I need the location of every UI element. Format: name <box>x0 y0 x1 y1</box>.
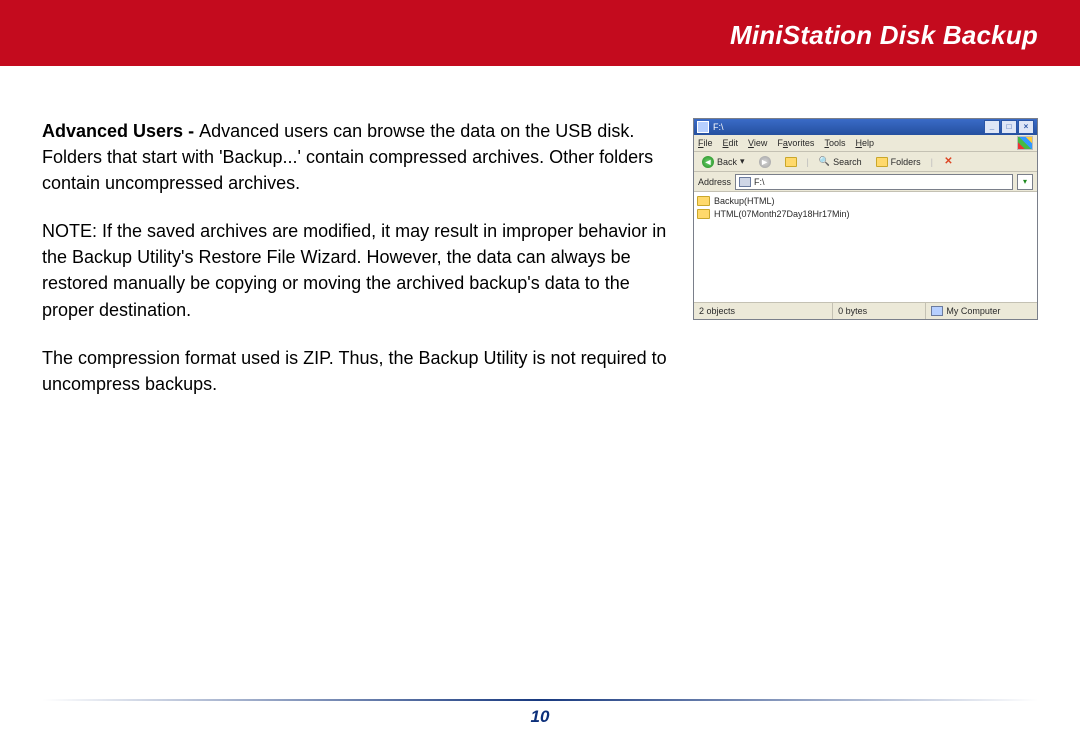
back-dropdown-icon: ▾ <box>740 156 745 167</box>
close-button[interactable]: × <box>1018 120 1034 134</box>
menu-edit[interactable]: Edit <box>723 138 739 148</box>
file-name: HTML(07Month27Day18Hr17Min) <box>714 209 850 219</box>
text-column: Advanced Users - Advanced users can brow… <box>42 118 667 419</box>
screenshot-figure: F:\ _ □ × File Edit View Favorites Tools… <box>693 118 1038 320</box>
status-bytes: 0 bytes <box>833 303 926 319</box>
menu-favorites[interactable]: Favorites <box>777 138 814 148</box>
address-input[interactable]: F:\ <box>735 174 1013 190</box>
minimize-button[interactable]: _ <box>984 120 1000 134</box>
list-item[interactable]: HTML(07Month27Day18Hr17Min) <box>697 207 1034 220</box>
file-list[interactable]: Backup(HTML) HTML(07Month27Day18Hr17Min) <box>694 192 1037 302</box>
menu-view[interactable]: View <box>748 138 767 148</box>
folders-label: Folders <box>891 157 921 167</box>
address-dropdown-button[interactable]: ▾ <box>1017 174 1033 190</box>
status-bar: 2 objects 0 bytes My Computer <box>694 302 1037 319</box>
window-title: F:\ <box>713 122 724 132</box>
window-titlebar: F:\ _ □ × <box>694 119 1037 135</box>
status-objects: 2 objects <box>694 303 833 319</box>
up-button[interactable] <box>781 155 801 169</box>
windows-flag-icon <box>1017 136 1033 150</box>
content-area: Advanced Users - Advanced users can brow… <box>0 68 1080 419</box>
search-label: Search <box>833 157 862 167</box>
file-name: Backup(HTML) <box>714 196 775 206</box>
address-value: F:\ <box>754 177 765 187</box>
computer-icon <box>931 306 943 316</box>
back-label: Back <box>717 157 737 167</box>
address-bar: Address F:\ ▾ <box>694 172 1037 192</box>
menu-bar: File Edit View Favorites Tools Help <box>694 135 1037 152</box>
paragraph-advanced: Advanced Users - Advanced users can brow… <box>42 118 667 196</box>
toolbar-separator-2: | <box>931 157 933 167</box>
folders-icon <box>876 157 888 167</box>
window-icon <box>697 121 709 133</box>
status-location-text: My Computer <box>946 306 1000 316</box>
folders-button[interactable]: Folders <box>872 155 925 169</box>
page-footer: 10 <box>42 699 1038 727</box>
footer-divider <box>42 699 1038 701</box>
paragraph-compression: The compression format used is ZIP. Thus… <box>42 345 667 397</box>
address-label: Address <box>698 177 731 187</box>
list-item[interactable]: Backup(HTML) <box>697 194 1034 207</box>
delete-button[interactable]: ✕ <box>939 154 958 169</box>
search-button[interactable]: 🔍Search <box>815 154 866 169</box>
delete-icon: ✕ <box>943 156 954 167</box>
menu-help[interactable]: Help <box>855 138 874 148</box>
header-divider <box>0 66 1080 68</box>
status-location: My Computer <box>926 303 1037 319</box>
up-folder-icon <box>785 157 797 167</box>
header-title: MiniStation Disk Backup <box>730 20 1038 51</box>
maximize-button[interactable]: □ <box>1001 120 1017 134</box>
search-icon: 🔍 <box>819 156 830 167</box>
explorer-window: F:\ _ □ × File Edit View Favorites Tools… <box>693 118 1038 320</box>
back-icon: ◄ <box>702 156 714 168</box>
folder-icon <box>697 196 710 206</box>
header-bar: MiniStation Disk Backup <box>0 0 1080 68</box>
back-button[interactable]: ◄Back ▾ <box>698 154 749 170</box>
forward-icon: ► <box>759 156 771 168</box>
forward-button[interactable]: ► <box>755 154 775 170</box>
lead-label: Advanced Users - <box>42 121 199 141</box>
toolbar-separator: | <box>807 157 809 167</box>
drive-icon <box>739 177 751 187</box>
page-number: 10 <box>42 707 1038 727</box>
folder-icon <box>697 209 710 219</box>
toolbar: ◄Back ▾ ► | 🔍Search Folders | ✕ <box>694 152 1037 172</box>
menu-file[interactable]: File <box>698 138 713 148</box>
paragraph-note: NOTE: If the saved archives are modified… <box>42 218 667 322</box>
menu-tools[interactable]: Tools <box>824 138 845 148</box>
